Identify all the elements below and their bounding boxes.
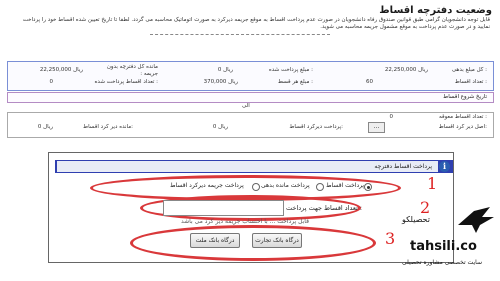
count-label: تعداد اقساط : — [454, 79, 487, 85]
mellat-gateway-button[interactable]: درگاه بانک ملت — [190, 233, 240, 248]
page-title: وضعیت دفترچه اقساط — [379, 5, 492, 16]
payment-options: پرداخت اقساط پرداخت مانده بدهی پرداخت جر… — [118, 182, 373, 192]
paid-count-label: تعداد اقساط پرداخت شده : — [94, 79, 158, 85]
paid-label: مبلغ پرداخت شده : — [268, 67, 313, 73]
watermark-domain: tahsili.co — [410, 239, 477, 254]
paid-count-value: 0 — [49, 79, 54, 85]
payment-header: پرداخت اقساط دفترچه — [57, 161, 438, 172]
radio-label-installments: پرداخت اقساط — [326, 182, 365, 189]
divider — [150, 34, 330, 35]
radio-label-remaining: پرداخت مانده بدهی — [261, 182, 310, 189]
penalty-value: 0 ریال — [212, 124, 228, 130]
details-button[interactable]: ... — [368, 122, 385, 133]
start-date-bar: تاریخ شروع اقساط — [7, 92, 494, 103]
overdue-remain-value: 0 ریال — [37, 124, 53, 130]
radio-pay-installments[interactable] — [364, 183, 372, 191]
annotation-number-3: 3 — [385, 229, 396, 248]
watermark-brand: تحصیلکو — [402, 215, 430, 224]
watermark-tagline: سایت تخصصی مشاوره تحصیلی — [402, 259, 482, 266]
installment-count-input[interactable] — [163, 200, 284, 216]
eagle-icon — [458, 207, 494, 233]
notice-text: قابل توجه دانشجویان گرامی طبق قوانین صند… — [22, 17, 490, 30]
radio-pay-penalty[interactable] — [252, 183, 260, 191]
overdue-remain-label: مانده دیر کرد اقساط: — [83, 124, 133, 130]
radio-pay-remaining[interactable] — [316, 183, 324, 191]
remain-label: مانده کل دفترچه بدون جریمه : — [106, 64, 158, 77]
installment-count-label: تعداد اقساط جهت پرداخت : — [286, 204, 363, 212]
watermark-logo: تحصیلکو tahsili.co سایت تخصصی مشاوره تحص… — [400, 205, 496, 279]
installment-value: 370,000 ریال — [203, 79, 238, 85]
overdue-box: تعداد اقساط معوقه : 0 اصل دیر کرد اقساط:… — [7, 112, 494, 138]
info-icon: i — [439, 161, 450, 172]
start-date-value: الی — [242, 103, 250, 109]
start-date-label: تاریخ شروع اقساط — [443, 94, 487, 100]
paid-value: 0 ریال — [217, 67, 233, 73]
count-value: 60 — [366, 79, 373, 85]
remain-value: 22,250,000 ریال — [39, 67, 83, 73]
overdue-count-label: تعداد اقساط معوقه : — [439, 114, 487, 120]
annotation-number-1: 1 — [427, 174, 438, 193]
tejarat-gateway-button[interactable]: درگاه بانک تجارت — [252, 233, 302, 248]
total-debt-label: کل مبلغ بدهی : — [451, 67, 487, 73]
overdue-count-value: 0 — [389, 114, 394, 120]
principal-label: اصل دیر کرد اقساط: — [438, 124, 487, 130]
payment-hint: قابل پرداخت ... با احتساب جریمه دیر کرد … — [181, 218, 309, 225]
payment-header-label: پرداخت اقساط دفترچه — [374, 163, 432, 170]
installment-label: مبلغ هر قسط : — [277, 79, 313, 85]
radio-label-penalty: پرداخت جریمه دیرکرد اقساط — [170, 182, 244, 189]
summary-box: کل مبلغ بدهی : 22,250,000 ریال مبلغ پردا… — [7, 61, 494, 91]
total-debt-value: 22,250,000 ریال — [384, 67, 428, 73]
penalty-label: پرداخت دیرکرد اقساط: — [289, 124, 343, 130]
